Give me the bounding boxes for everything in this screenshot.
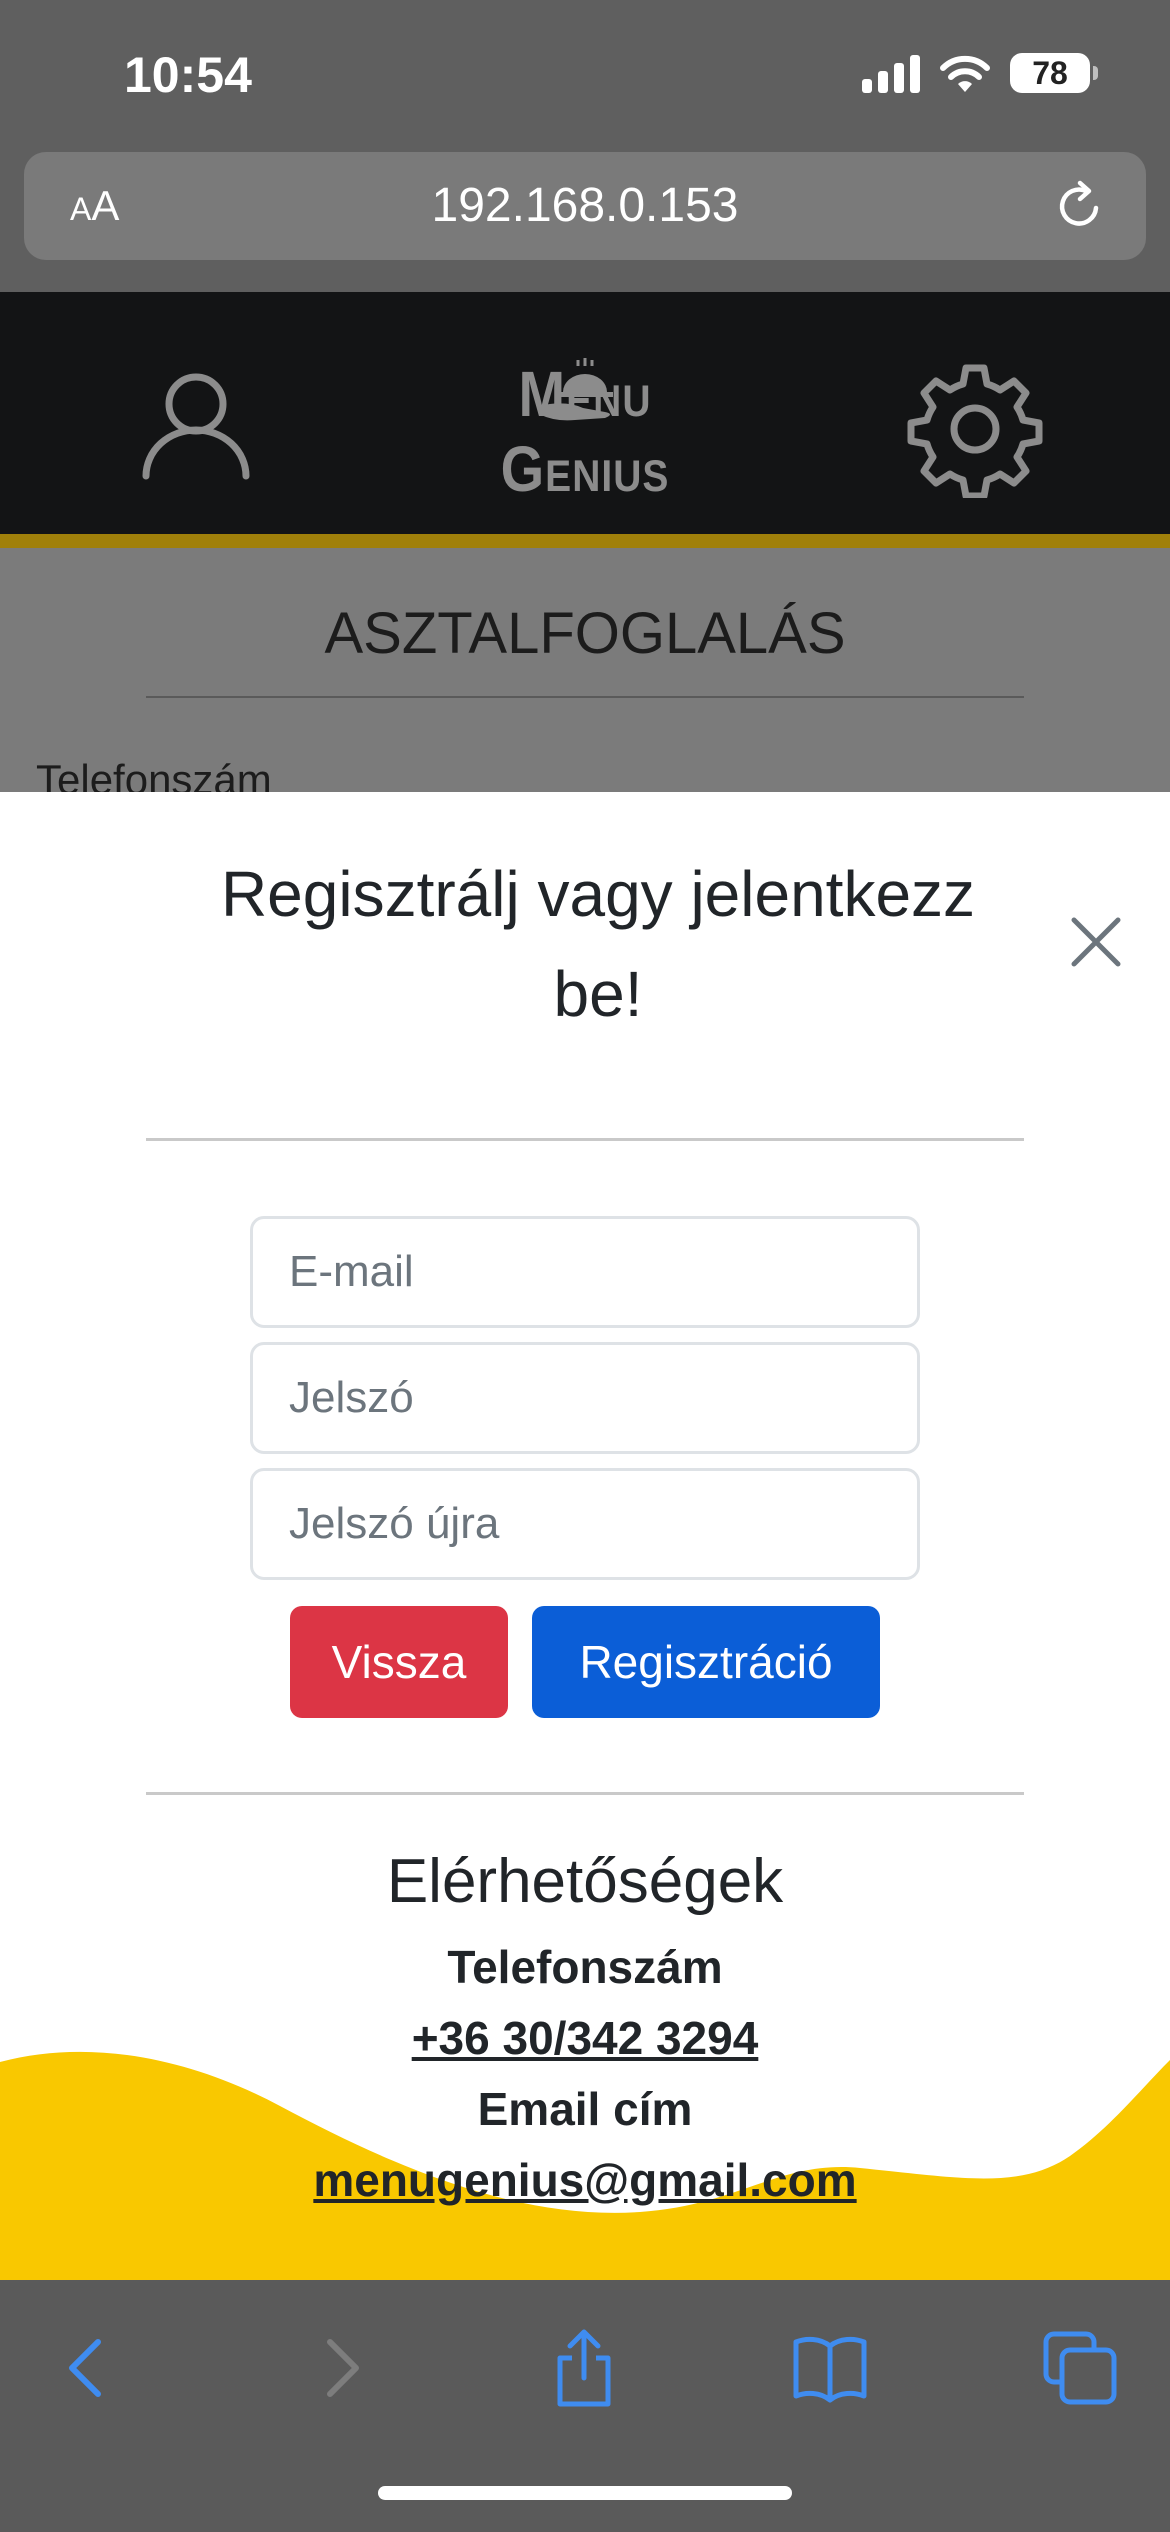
share-icon[interactable] xyxy=(544,2328,624,2408)
wifi-icon xyxy=(940,55,990,92)
url-text[interactable]: 192.168.0.153 xyxy=(24,178,1146,233)
home-indicator xyxy=(378,2486,792,2500)
modal-divider-bottom xyxy=(146,1792,1024,1795)
modal-divider-top xyxy=(146,1138,1024,1141)
page-divider xyxy=(146,696,1024,698)
phone-link[interactable]: +36 30/342 3294 xyxy=(0,2002,1170,2074)
password-field[interactable] xyxy=(250,1342,920,1454)
header-accent xyxy=(0,534,1170,548)
phone-label: Telefonszám xyxy=(447,1941,723,1993)
tabs-icon[interactable] xyxy=(1040,2328,1120,2408)
user-icon[interactable] xyxy=(140,368,252,480)
page-title: ASZTALFOGLALÁS xyxy=(324,601,846,666)
contacts-section: Elérhetőségek Telefonszám +36 30/342 329… xyxy=(0,1842,1170,2216)
back-icon[interactable] xyxy=(48,2328,128,2408)
forward-icon[interactable] xyxy=(300,2328,380,2408)
logo-text: Menu Genius xyxy=(500,357,670,505)
email-label: Email cím xyxy=(477,2083,693,2135)
battery-icon: 78 xyxy=(1010,53,1098,93)
gear-icon[interactable] xyxy=(906,360,1044,498)
contacts-title: Elérhetőségek xyxy=(386,1847,784,1916)
register-button[interactable]: Regisztráció xyxy=(532,1606,880,1718)
address-bar[interactable]: AA 192.168.0.153 xyxy=(24,152,1146,260)
email-link[interactable]: menugenius@gmail.com xyxy=(0,2144,1170,2216)
status-bar: 10:54 78 xyxy=(0,0,1170,150)
modal-title: Regisztrálj vagy jelentkezz be! xyxy=(220,858,976,1030)
bookmarks-icon[interactable] xyxy=(790,2328,870,2408)
close-icon[interactable] xyxy=(1066,912,1126,972)
password-repeat-field[interactable] xyxy=(250,1468,920,1580)
battery-level: 78 xyxy=(1032,54,1068,91)
back-button[interactable]: Vissza xyxy=(290,1606,508,1718)
register-modal: Regisztrálj vagy jelentkezz be! Vissza R… xyxy=(0,792,1170,2280)
status-time: 10:54 xyxy=(124,47,252,103)
email-field[interactable] xyxy=(250,1216,920,1328)
status-icons: 78 xyxy=(862,52,1098,94)
reload-icon[interactable] xyxy=(1052,178,1108,234)
signal-icon xyxy=(862,53,920,93)
logo[interactable]: Menu Genius xyxy=(430,356,740,504)
